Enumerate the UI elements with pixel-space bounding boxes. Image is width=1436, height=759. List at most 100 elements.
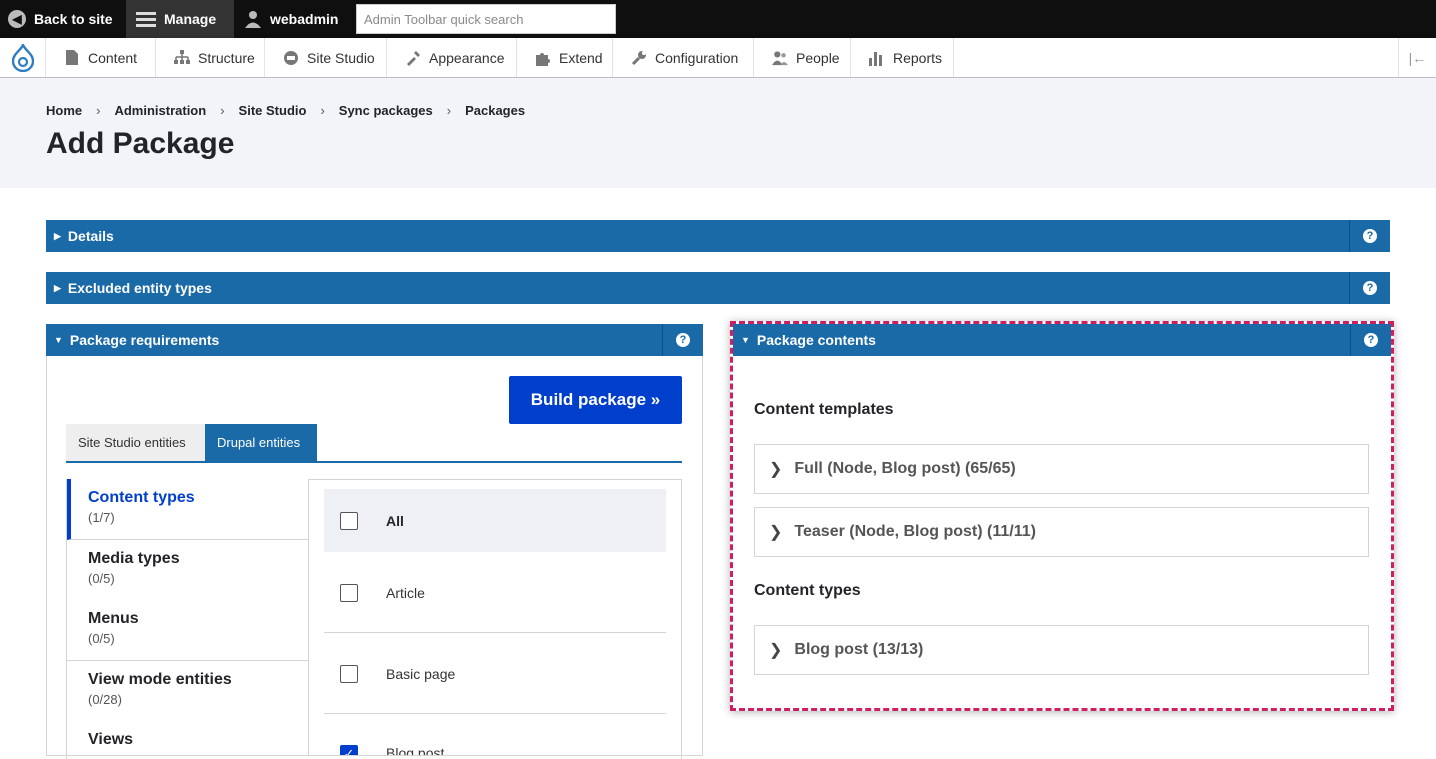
- question-icon: ?: [1363, 281, 1377, 295]
- menu-item-appearance[interactable]: Appearance: [387, 38, 517, 77]
- accordion-label: Blog post (13/13): [794, 641, 924, 658]
- site-studio-icon: [283, 50, 299, 66]
- contents-panel-toggle[interactable]: ▼ Package contents ?: [733, 324, 1391, 356]
- vtab-views[interactable]: Views: [67, 721, 308, 755]
- vtab-label: Media types: [88, 550, 180, 567]
- menu-item-configuration[interactable]: Configuration: [613, 38, 754, 77]
- breadcrumb-link[interactable]: Site Studio: [239, 103, 307, 118]
- triangle-down-icon: ▼: [741, 335, 750, 345]
- breadcrumb: Home › Administration › Site Studio › Sync …: [46, 103, 525, 118]
- bar-chart-icon: [869, 50, 885, 66]
- menu-label: Appearance: [429, 49, 505, 66]
- tab-drupal-entities[interactable]: Drupal entities: [205, 424, 317, 461]
- user-icon: [245, 11, 261, 28]
- user-label: webadmin: [270, 11, 339, 27]
- admin-menu: Content Structure Site Studio Appearance…: [0, 38, 1436, 78]
- requirements-panel-toggle[interactable]: ▼ Package requirements ?: [46, 324, 703, 356]
- accordion-label: Teaser (Node, Blog post) (11/11): [794, 523, 1036, 540]
- excluded-panel-toggle[interactable]: ▶ Excluded entity types ?: [46, 272, 1390, 304]
- accordion-item[interactable]: ❯ Teaser (Node, Blog post) (11/11): [754, 507, 1369, 557]
- menu-label: People: [796, 49, 840, 66]
- accordion-label: Full (Node, Blog post) (65/65): [794, 460, 1016, 477]
- menu-item-structure[interactable]: Structure: [156, 38, 265, 77]
- vtab-label: Menus: [88, 610, 139, 627]
- checkbox-label: All: [386, 512, 404, 529]
- arrow-left-icon: ◀: [8, 10, 26, 28]
- vtab-count: (0/28): [88, 692, 122, 707]
- page-header: Home › Administration › Site Studio › Sync …: [0, 78, 1436, 188]
- breadcrumb-separator: ›: [320, 103, 325, 118]
- page-icon: [64, 50, 80, 66]
- select-all-checkbox[interactable]: [340, 511, 358, 530]
- checkbox-row-all: All: [324, 489, 666, 552]
- breadcrumb-link[interactable]: Administration: [114, 103, 206, 118]
- checkbox-label: Article: [386, 584, 425, 601]
- help-button[interactable]: ?: [1349, 272, 1390, 304]
- menu-label: Content: [88, 49, 138, 66]
- article-checkbox[interactable]: [340, 583, 358, 602]
- vtab-count: (0/5): [88, 631, 115, 646]
- breadcrumb-separator: ›: [220, 103, 225, 118]
- manage-label: Manage: [164, 11, 217, 27]
- entity-tabs: Site Studio entities Drupal entities: [66, 424, 682, 463]
- manage-tab[interactable]: Manage: [126, 0, 234, 38]
- accordion-item[interactable]: ❯ Blog post (13/13): [754, 625, 1369, 675]
- user-tab[interactable]: webadmin: [234, 0, 354, 38]
- breadcrumb-link[interactable]: Packages: [465, 103, 525, 118]
- accordion-item[interactable]: ❯ Full (Node, Blog post) (65/65): [754, 444, 1369, 494]
- vertical-tabs-divider: [308, 480, 309, 755]
- help-button[interactable]: ?: [1350, 324, 1391, 356]
- collapse-toolbar-icon[interactable]: |←: [1398, 38, 1436, 77]
- back-to-site-link[interactable]: ◀ Back to site: [0, 0, 126, 38]
- hamburger-icon: [136, 9, 156, 30]
- menu-label: Extend: [559, 49, 603, 66]
- vtab-view-mode-entities[interactable]: View mode entities (0/28): [67, 661, 308, 722]
- basic-page-checkbox[interactable]: [340, 664, 358, 683]
- breadcrumb-separator: ›: [96, 103, 101, 118]
- breadcrumb-link[interactable]: Home: [46, 103, 82, 118]
- menu-label: Site Studio: [307, 49, 375, 66]
- tab-site-studio-entities[interactable]: Site Studio entities: [66, 424, 205, 461]
- content-templates-heading: Content templates: [754, 401, 894, 418]
- vtab-menus[interactable]: Menus (0/5): [67, 600, 308, 661]
- quick-search-input[interactable]: [356, 4, 616, 34]
- help-button[interactable]: ?: [662, 324, 703, 356]
- vtab-label: View mode entities: [88, 671, 232, 688]
- vtab-media-types[interactable]: Media types (0/5): [67, 540, 308, 601]
- question-icon: ?: [1363, 229, 1377, 243]
- help-button[interactable]: ?: [1349, 220, 1390, 252]
- chevron-right-icon: ❯: [769, 524, 783, 541]
- breadcrumb-separator: ›: [446, 103, 452, 118]
- chevron-right-icon: ❯: [769, 642, 783, 659]
- paintbrush-icon: [405, 50, 421, 66]
- triangle-right-icon: ▶: [54, 282, 61, 293]
- vtab-count: (1/7): [88, 510, 115, 525]
- checkbox-row: ✓ Blog post: [324, 715, 666, 755]
- question-icon: ?: [676, 333, 690, 347]
- checkbox-label: Blog post: [386, 745, 445, 755]
- vtab-label: Content types: [88, 489, 195, 506]
- triangle-right-icon: ▶: [54, 230, 61, 241]
- vtab-content-types[interactable]: Content types (1/7): [67, 479, 308, 540]
- people-icon: [772, 50, 788, 66]
- menu-item-content[interactable]: Content: [46, 38, 156, 77]
- checkbox-label: Basic page: [386, 665, 456, 682]
- blog-post-checkbox[interactable]: ✓: [340, 745, 358, 755]
- menu-label: Reports: [893, 49, 943, 66]
- details-panel-toggle[interactable]: ▶ Details ?: [46, 220, 1390, 252]
- menu-item-site-studio[interactable]: Site Studio: [265, 38, 387, 77]
- menu-item-reports[interactable]: Reports: [851, 38, 954, 77]
- drupal-logo-icon[interactable]: [0, 38, 46, 77]
- wrench-icon: [631, 50, 647, 66]
- menu-item-people[interactable]: People: [754, 38, 851, 77]
- menu-item-extend[interactable]: Extend: [517, 38, 613, 77]
- breadcrumb-link[interactable]: Sync packages: [339, 103, 433, 118]
- sitemap-icon: [174, 50, 190, 66]
- panel-title: Package requirements: [69, 332, 220, 348]
- panel-title: Details: [67, 228, 114, 244]
- triangle-down-icon: ▼: [54, 335, 63, 345]
- build-package-button[interactable]: Build package »: [509, 376, 682, 424]
- content-types-heading: Content types: [754, 582, 861, 599]
- question-icon: ?: [1364, 333, 1378, 347]
- vtab-label: Views: [88, 731, 134, 748]
